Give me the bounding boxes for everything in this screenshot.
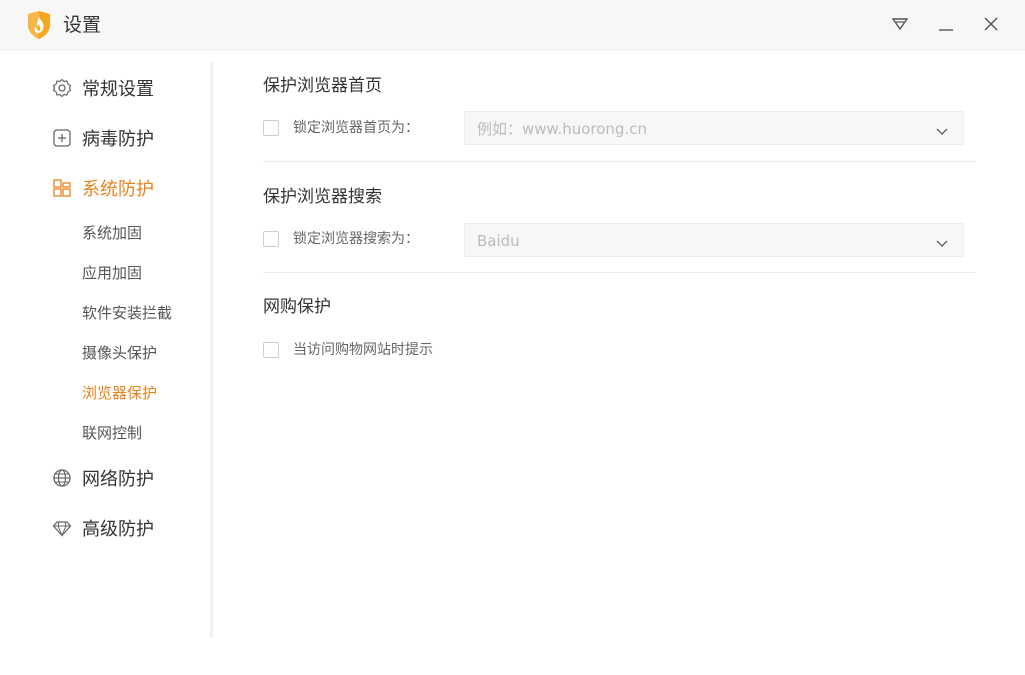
title-bar: 设置 (0, 0, 1025, 50)
sidebar-item-system-protection[interactable]: 系统防护 (52, 175, 154, 201)
search-engine-select[interactable]: Baidu (464, 223, 964, 257)
chevron-down-icon (935, 235, 949, 247)
homepage-url-placeholder: 例如：www.huorong.cn (477, 120, 647, 138)
sidebar-subitem-app-hardening[interactable]: 应用加固 (82, 263, 142, 283)
sidebar-subitem-system-hardening[interactable]: 系统加固 (82, 223, 142, 243)
shopping-alert-label: 当访问购物网站时提示 (293, 342, 433, 358)
sidebar-item-general-settings[interactable]: 常规设置 (52, 75, 154, 101)
diamond-icon (52, 518, 72, 538)
chevron-down-icon (935, 123, 949, 135)
globe-icon (52, 468, 72, 488)
sidebar-item-network-protection[interactable]: 网络防护 (52, 465, 154, 491)
lock-homepage-label: 锁定浏览器首页为： (293, 120, 419, 136)
section-title-homepage: 保护浏览器首页 (263, 76, 382, 96)
sidebar-item-advanced-protection[interactable]: 高级防护 (52, 515, 154, 541)
sidebar-divider (210, 63, 213, 637)
section-title-search: 保护浏览器搜索 (263, 187, 382, 207)
gear-icon (52, 78, 72, 98)
lock-search-checkbox[interactable] (263, 231, 279, 247)
minimize-button[interactable] (934, 12, 958, 36)
sidebar-item-label: 网络防护 (82, 469, 154, 490)
sidebar-subitem-install-blocking[interactable]: 软件安装拦截 (82, 303, 172, 323)
homepage-url-select[interactable]: 例如：www.huorong.cn (464, 111, 964, 145)
window-title: 设置 (63, 14, 102, 36)
sidebar-subitem-browser-protection[interactable]: 浏览器保护 (82, 383, 157, 403)
sidebar-item-label: 病毒防护 (82, 129, 154, 150)
huorong-logo-icon (26, 11, 52, 39)
settings-window: 设置 常规设置 病毒防护 系统防护 系统加固 应用加固 软件安装拦截 摄像头保护… (0, 0, 1025, 675)
close-icon (984, 17, 998, 31)
shopping-alert-checkbox[interactable] (263, 342, 279, 358)
section-divider (263, 161, 975, 162)
sidebar-subitem-network-control[interactable]: 联网控制 (82, 423, 142, 443)
section-title-shopping: 网购保护 (263, 297, 331, 317)
triangle-menu-icon (891, 18, 909, 31)
sidebar-item-label: 系统防护 (82, 179, 154, 200)
minimize-icon (939, 29, 953, 31)
plus-square-icon (52, 128, 72, 148)
sidebar-item-virus-protection[interactable]: 病毒防护 (52, 125, 154, 151)
sidebar-subitem-camera-protection[interactable]: 摄像头保护 (82, 343, 157, 363)
lock-search-label: 锁定浏览器搜索为： (293, 231, 419, 247)
section-divider (263, 272, 975, 273)
search-engine-value: Baidu (477, 232, 520, 250)
grid-icon (52, 178, 72, 198)
sidebar-item-label: 常规设置 (82, 79, 154, 100)
sidebar-item-label: 高级防护 (82, 519, 154, 540)
close-button[interactable] (979, 12, 1003, 36)
menu-dropdown-button[interactable] (888, 12, 912, 36)
lock-homepage-checkbox[interactable] (263, 120, 279, 136)
